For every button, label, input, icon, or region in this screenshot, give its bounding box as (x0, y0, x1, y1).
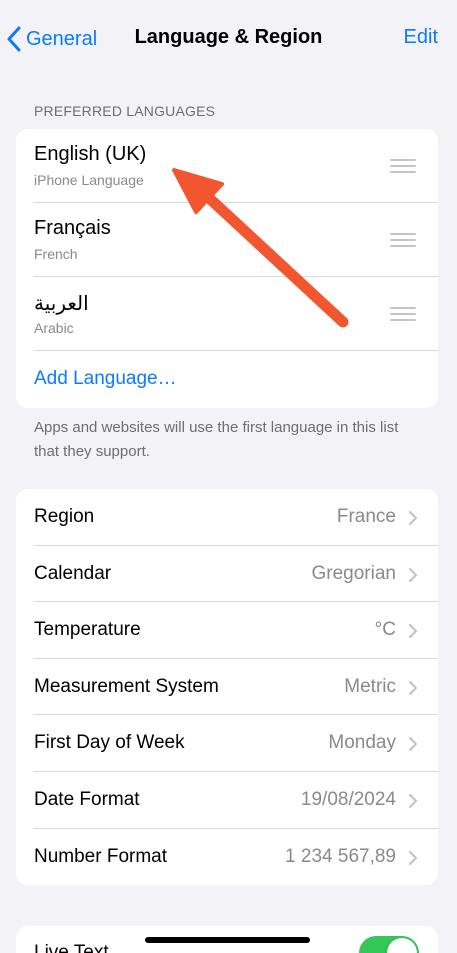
language-subtitle: iPhone Language (34, 172, 144, 188)
setting-row-date-format[interactable]: Date Format 19/08/2024 (16, 772, 438, 829)
home-indicator[interactable] (145, 937, 310, 943)
setting-value: Metric (344, 675, 396, 697)
setting-value: 19/08/2024 (300, 788, 396, 810)
reorder-handle-icon[interactable] (390, 159, 416, 173)
edit-button[interactable]: Edit (404, 26, 438, 49)
add-language-button[interactable]: Add Language… (34, 368, 177, 390)
back-button[interactable]: General (6, 24, 97, 54)
language-name: English (UK) (34, 143, 147, 165)
region-settings-list: Region France Calendar Gregorian Tempera… (16, 489, 438, 885)
chevron-right-icon (408, 793, 418, 809)
chevron-right-icon (408, 850, 418, 865)
languages-footer-note: Apps and websites will use the first lan… (34, 419, 399, 460)
language-subtitle: Arabic (34, 320, 74, 336)
chevron-left-icon (7, 26, 21, 52)
setting-label: Calendar (34, 562, 112, 584)
setting-row-first-day-of-week[interactable]: First Day of Week Monday (16, 715, 438, 772)
chevron-right-icon (408, 567, 418, 582)
setting-row-temperature[interactable]: Temperature °C (16, 602, 438, 659)
setting-row-region[interactable]: Region France (16, 489, 438, 546)
language-row-english-uk[interactable]: English (UK) iPhone Language (16, 129, 438, 203)
setting-label: Date Format (34, 788, 140, 810)
language-subtitle: French (34, 246, 78, 262)
setting-value: Monday (328, 732, 396, 754)
setting-label: Region (34, 506, 95, 527)
setting-value: °C (374, 619, 396, 641)
setting-label: Number Format (34, 845, 168, 867)
chevron-right-icon (408, 624, 418, 639)
navigation-bar: General Language & Region Edit (0, 0, 457, 76)
reorder-handle-icon[interactable] (390, 307, 416, 321)
setting-row-calendar[interactable]: Calendar Gregorian (16, 546, 438, 603)
chevron-right-icon (408, 510, 418, 526)
preferred-languages-list: English (UK) iPhone Language Français Fr… (16, 129, 438, 408)
language-name: Français (34, 217, 111, 239)
setting-label: First Day of Week (34, 732, 185, 754)
toggle-knob (387, 938, 417, 953)
setting-value: France (336, 506, 396, 527)
language-row-arabic[interactable]: العربية Arabic (16, 277, 438, 351)
chevron-right-icon (408, 737, 418, 752)
language-region-screen: General Language & Region Edit PREFERRED… (0, 0, 457, 953)
setting-label: Measurement System (34, 675, 219, 697)
preferred-languages-header: PREFERRED LANGUAGES (34, 103, 216, 119)
setting-value: 1 234 567,89 (285, 845, 396, 867)
chevron-right-icon (408, 680, 418, 695)
setting-row-measurement-system[interactable]: Measurement System Metric (16, 659, 438, 716)
language-name: العربية (34, 293, 89, 315)
live-text-toggle[interactable] (359, 936, 419, 953)
language-row-french[interactable]: Français French (16, 203, 438, 277)
reorder-handle-icon[interactable] (390, 233, 416, 247)
setting-value: Gregorian (311, 562, 397, 584)
live-text-label: Live Text (34, 942, 109, 953)
back-button-label: General (26, 27, 98, 50)
setting-label: Temperature (34, 619, 141, 641)
setting-row-number-format[interactable]: Number Format 1 234 567,89 (16, 829, 438, 885)
